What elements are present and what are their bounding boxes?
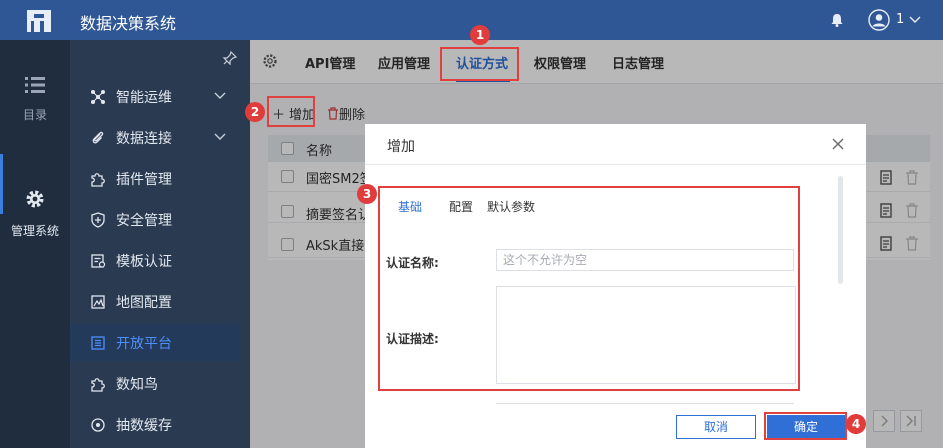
sidebar-item-label: 安全管理	[116, 213, 172, 229]
nodes-icon	[91, 90, 105, 104]
bell-icon[interactable]	[829, 12, 845, 28]
dialog-header	[365, 124, 866, 165]
map-icon	[91, 295, 105, 309]
shield-icon	[91, 212, 105, 228]
rail-item-label: 管理系统	[10, 224, 59, 238]
chevron-down-icon	[214, 92, 226, 99]
sidebar-item-cache[interactable]: 抽数缓存	[70, 406, 240, 443]
sidebar-item-label: 数知鸟	[116, 377, 158, 393]
sidebar-item-plugins[interactable]: 插件管理	[70, 160, 240, 197]
chevron-down-icon	[214, 133, 226, 140]
sidebar-item-open-platform[interactable]: 开放平台	[70, 324, 240, 361]
auth-desc-textarea[interactable]	[496, 286, 796, 384]
sidebar-item-map-config[interactable]: 地图配置	[70, 283, 240, 320]
sidebar-item-ops[interactable]: 智能运维	[70, 78, 240, 115]
rail-item-management[interactable]: 管理系统	[0, 188, 70, 239]
step-badge-3: 3	[357, 184, 377, 204]
auth-name-label: 认证名称:	[386, 256, 439, 270]
open-platform-icon	[91, 336, 105, 350]
app-title: 数据决策系统	[80, 14, 177, 33]
avatar-icon[interactable]	[868, 9, 890, 31]
next-field-edge	[496, 403, 794, 404]
pin-icon[interactable]	[222, 50, 238, 66]
link-icon	[92, 131, 104, 144]
step-badge-4: 4	[846, 414, 866, 434]
puzzle-icon	[91, 378, 105, 392]
sidebar-item-template-cert[interactable]: 模板认证	[70, 242, 240, 279]
app-logo-icon	[27, 10, 51, 32]
sidebar-item-security[interactable]: 安全管理	[70, 201, 240, 238]
sidebar-item-label: 智能运维	[116, 90, 172, 106]
puzzle-icon	[91, 173, 105, 187]
sidebar-item-data-connection[interactable]: 数据连接	[70, 119, 240, 156]
sidebar-item-label: 插件管理	[116, 172, 172, 188]
dialog-tab-basic[interactable]: 基础	[398, 198, 422, 215]
close-icon[interactable]	[831, 137, 845, 151]
step-badge-1: 1	[470, 25, 490, 45]
list-icon	[25, 77, 45, 93]
cache-icon	[91, 418, 105, 432]
sidebar-item-label: 数据连接	[116, 131, 172, 147]
auth-desc-label: 认证描述:	[386, 332, 439, 346]
template-cert-icon	[91, 254, 106, 268]
dialog-tab-config[interactable]: 配置	[449, 198, 473, 215]
dialog-title: 增加	[387, 139, 415, 155]
sidebar-item-label: 抽数缓存	[116, 418, 172, 434]
rail-item-label: 目录	[22, 108, 47, 122]
chevron-down-icon[interactable]	[909, 14, 921, 24]
sidebar-item-shuzhiniao[interactable]: 数知鸟	[70, 365, 240, 402]
auth-name-input[interactable]	[496, 249, 794, 271]
sidebar-item-label: 模板认证	[116, 254, 172, 270]
step-badge-2: 2	[245, 102, 265, 122]
rail-item-catalog[interactable]: 目录	[0, 76, 70, 123]
user-name[interactable]: 1	[896, 12, 904, 27]
sidebar-item-label: 地图配置	[116, 295, 172, 311]
gear-icon	[26, 190, 44, 208]
cancel-button[interactable]: 取消	[676, 415, 756, 439]
dialog-tab-default-params[interactable]: 默认参数	[487, 198, 535, 215]
confirm-button[interactable]: 确定	[767, 415, 845, 439]
sidebar-item-label: 开放平台	[116, 336, 172, 352]
dialog-scrollbar[interactable]	[838, 176, 843, 284]
